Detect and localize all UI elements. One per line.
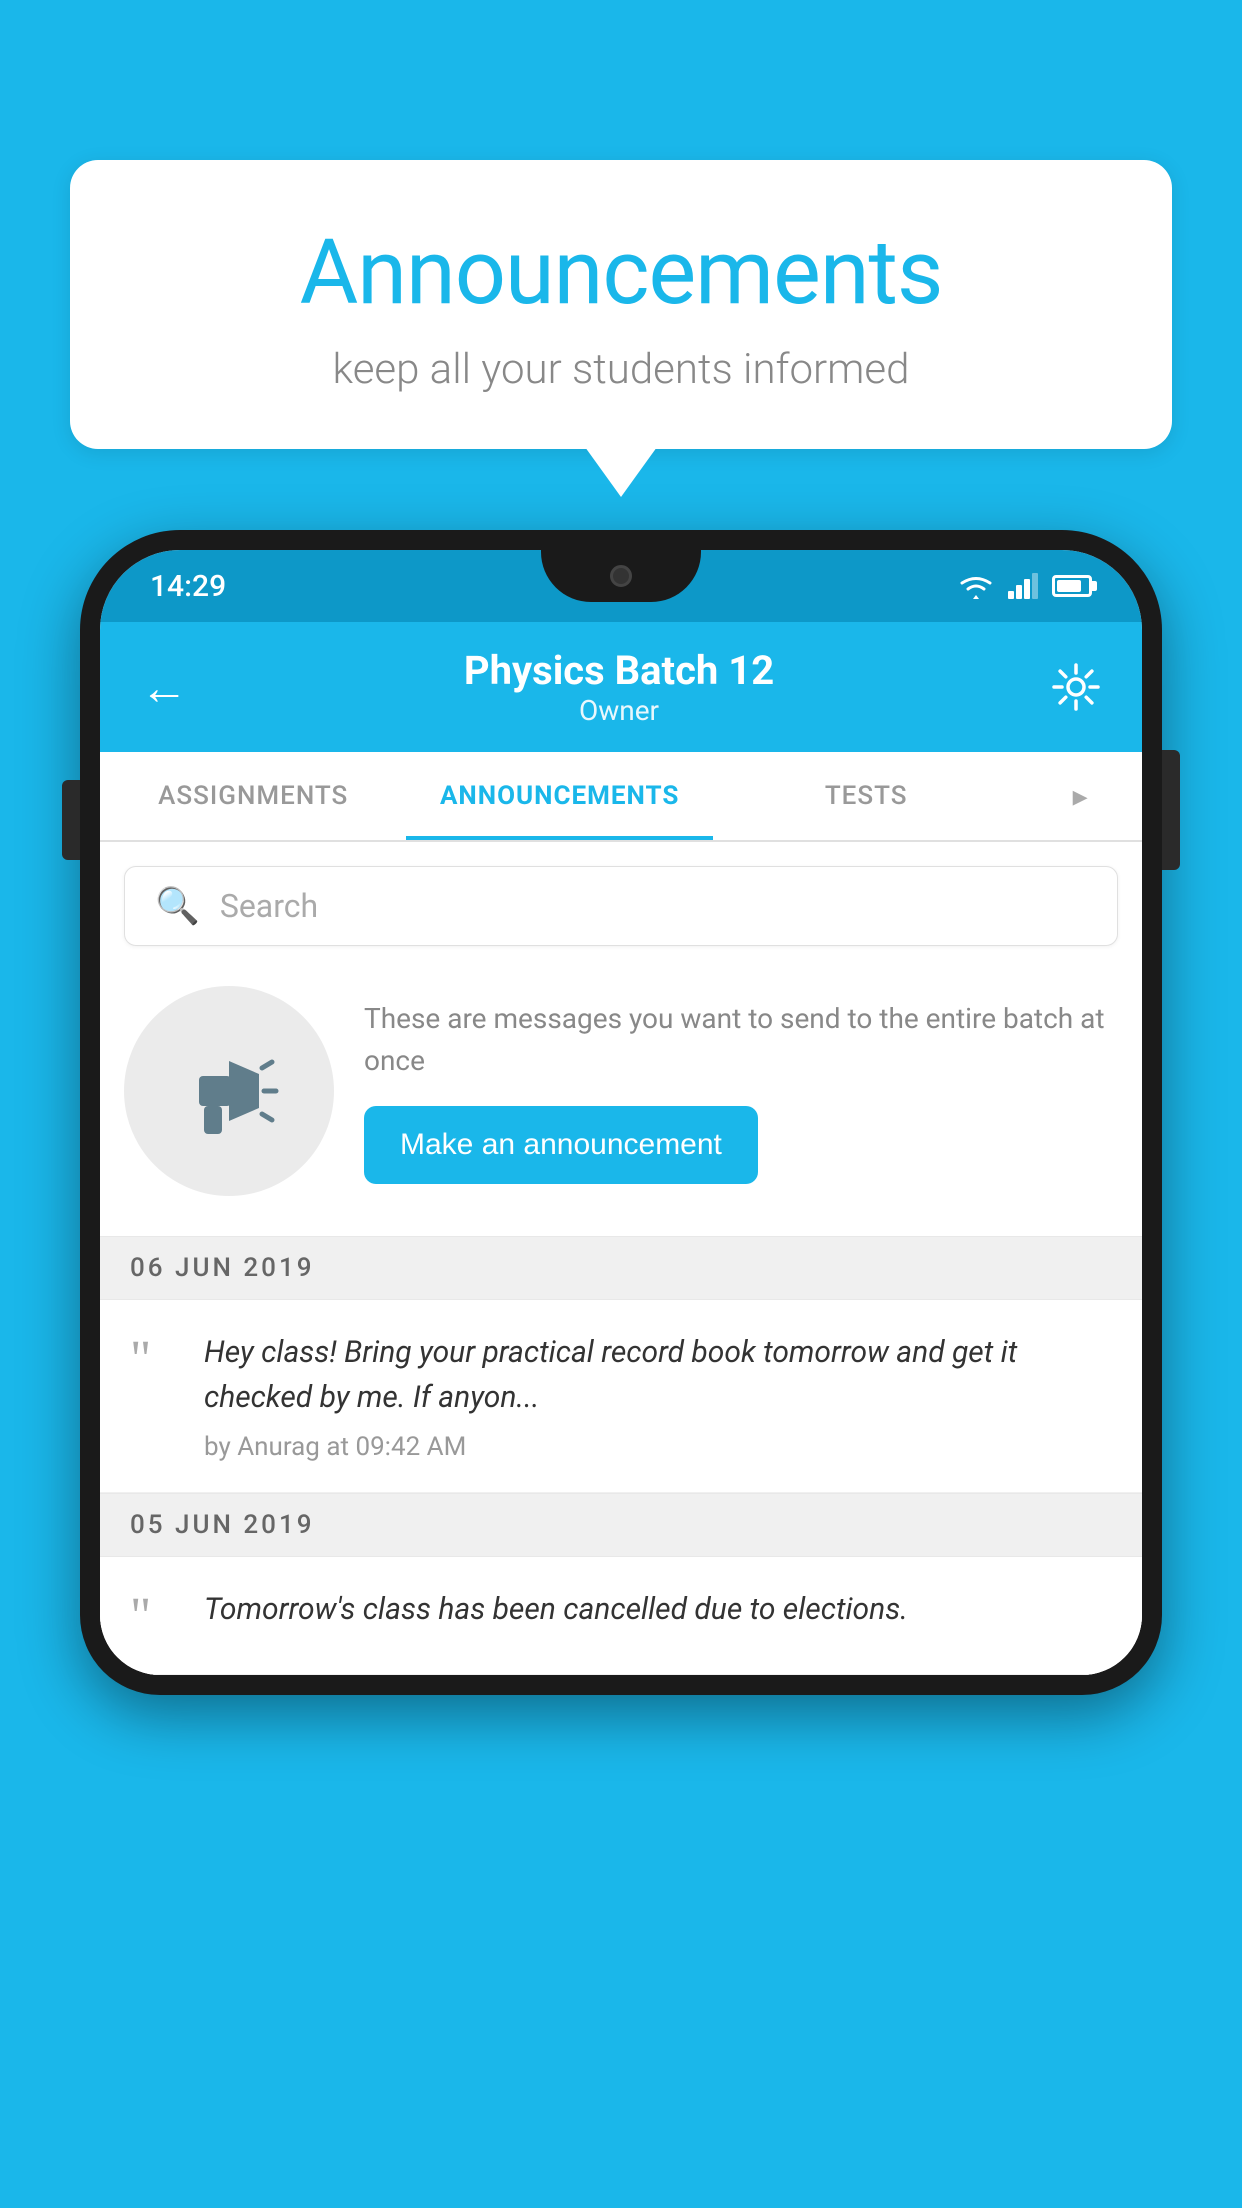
phone-wrapper: 14:29 [80, 530, 1162, 2208]
tabs-bar: ASSIGNMENTS ANNOUNCEMENTS TESTS ▸ [100, 752, 1142, 842]
date-separator-1: 06 JUN 2019 [100, 1236, 1142, 1300]
notch [541, 550, 701, 602]
back-button[interactable]: ← [140, 659, 188, 716]
announcement-content-2: Tomorrow's class has been cancelled due … [204, 1587, 1112, 1644]
tab-assignments[interactable]: ASSIGNMENTS [100, 752, 406, 840]
search-icon: 🔍 [155, 885, 200, 927]
signal-icon [1008, 573, 1038, 599]
bubble-title: Announcements [130, 220, 1112, 325]
date-separator-2: 05 JUN 2019 [100, 1493, 1142, 1557]
quote-icon-1: " [130, 1334, 180, 1386]
app-header: ← Physics Batch 12 Owner [100, 622, 1142, 752]
cta-section: These are messages you want to send to t… [100, 946, 1142, 1236]
tab-announcements[interactable]: ANNOUNCEMENTS [406, 752, 712, 840]
wifi-icon [958, 573, 994, 599]
phone-outer: 14:29 [80, 530, 1162, 1695]
announcement-item-2[interactable]: " Tomorrow's class has been cancelled du… [100, 1557, 1142, 1675]
speech-bubble-card: Announcements keep all your students inf… [70, 160, 1172, 449]
status-bar: 14:29 [100, 550, 1142, 622]
quote-icon-2: " [130, 1591, 180, 1643]
phone-inner: 14:29 [100, 550, 1142, 1675]
announcement-item-1[interactable]: " Hey class! Bring your practical record… [100, 1300, 1142, 1493]
announcement-text-1: Hey class! Bring your practical record b… [204, 1330, 1112, 1420]
status-icons [958, 573, 1092, 599]
speech-bubble-section: Announcements keep all your students inf… [70, 160, 1172, 449]
settings-icon[interactable] [1050, 661, 1102, 713]
cta-right: These are messages you want to send to t… [364, 998, 1112, 1184]
battery-icon [1052, 575, 1092, 597]
tab-tests[interactable]: TESTS [713, 752, 1019, 840]
tab-more[interactable]: ▸ [1019, 752, 1142, 840]
search-placeholder: Search [220, 887, 318, 925]
announcement-meta-1: by Anurag at 09:42 AM [204, 1432, 1112, 1462]
batch-name: Physics Batch 12 [464, 647, 774, 694]
megaphone-circle [124, 986, 334, 1196]
status-time: 14:29 [150, 569, 226, 604]
announcement-content-1: Hey class! Bring your practical record b… [204, 1330, 1112, 1462]
camera-dot [610, 565, 632, 587]
header-role: Owner [464, 694, 774, 727]
announcement-text-2: Tomorrow's class has been cancelled due … [204, 1587, 1112, 1632]
content-area: 🔍 Search [100, 866, 1142, 1675]
bubble-subtitle: keep all your students informed [130, 345, 1112, 394]
make-announcement-button[interactable]: Make an announcement [364, 1106, 758, 1184]
header-title-group: Physics Batch 12 Owner [464, 647, 774, 727]
search-bar[interactable]: 🔍 Search [124, 866, 1118, 946]
cta-description: These are messages you want to send to t… [364, 998, 1112, 1082]
megaphone-icon [174, 1036, 284, 1146]
